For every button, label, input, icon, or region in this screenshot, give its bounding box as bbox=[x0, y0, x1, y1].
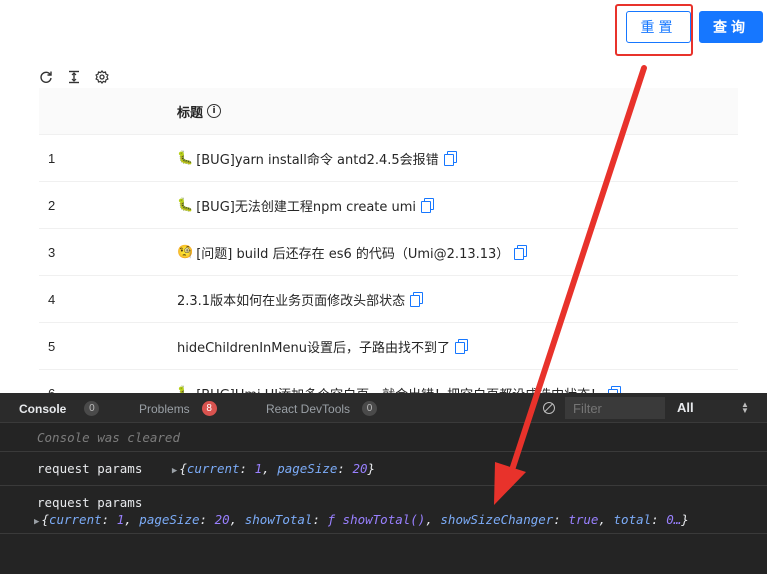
table-row: 5 hideChildrenInMenu设置后，子路由找不到了 bbox=[39, 323, 738, 370]
console-count-badge: 0 bbox=[84, 401, 100, 416]
row-index: 1 bbox=[48, 150, 56, 166]
console-cleared-message: Console was cleared bbox=[0, 423, 767, 452]
log-label: request params bbox=[37, 495, 143, 510]
info-icon[interactable]: i bbox=[207, 104, 222, 118]
clear-console-icon[interactable] bbox=[543, 402, 555, 414]
row-title-text: 2.3.1版本如何在业务页面修改头部状态 bbox=[177, 293, 406, 309]
row-title: 🐛 [BUG]yarn install命令 antd2.4.5会报错 bbox=[177, 149, 458, 168]
issues-table: 标题 i 1 🐛 [BUG]yarn install命令 antd2.4.5会报错 2… bbox=[39, 88, 738, 417]
log-object[interactable]: ▶ {current: 1, pageSize: 20, showTotal: ƒ… bbox=[34, 512, 767, 527]
table-header: 标题 i bbox=[39, 88, 738, 135]
tab-problems-label: Problems bbox=[139, 401, 190, 416]
row-title-text: [BUG]yarn install命令 antd2.4.5会报错 bbox=[196, 152, 439, 168]
title-header-label: 标题 bbox=[177, 105, 204, 121]
table-toolbar bbox=[38, 69, 110, 85]
expand-triangle-icon[interactable]: ▶ bbox=[172, 466, 177, 476]
table-row: 4 2.3.1版本如何在业务页面修改头部状态 bbox=[39, 276, 738, 323]
tab-console[interactable]: Console 0 bbox=[19, 401, 100, 416]
expand-triangle-icon[interactable]: ▶ bbox=[34, 517, 39, 527]
row-title: 🧐 [问题] build 后还存在 es6 的代码（Umi@2.13.13） bbox=[177, 243, 528, 262]
row-title-text: hideChildrenInMenu设置后，子路由找不到了 bbox=[177, 340, 450, 356]
log-level-select[interactable]: All bbox=[677, 400, 694, 415]
table-row: 1 🐛 [BUG]yarn install命令 antd2.4.5会报错 bbox=[39, 135, 738, 182]
console-tab-bar: Console 0 Problems 8 React DevTools 0 Al… bbox=[0, 393, 767, 423]
copy-icon[interactable] bbox=[454, 339, 469, 354]
react-devtools-count-badge: 0 bbox=[362, 401, 378, 416]
filter-input[interactable] bbox=[565, 397, 665, 419]
setting-icon[interactable] bbox=[94, 69, 110, 85]
problems-count-badge: 8 bbox=[201, 401, 217, 416]
console-log-entry: request params ▶ {current: 1, pageSize: 2… bbox=[0, 452, 767, 486]
reload-icon[interactable] bbox=[38, 69, 54, 85]
log-label: request params bbox=[37, 461, 143, 476]
devtools-console: Console 0 Problems 8 React DevTools 0 Al… bbox=[0, 393, 767, 574]
row-title-text: [BUG]无法创建工程npm create umi bbox=[196, 199, 417, 215]
copy-icon[interactable] bbox=[410, 292, 424, 307]
table-row: 2 🐛 [BUG]无法创建工程npm create umi bbox=[39, 182, 738, 229]
row-index: 3 bbox=[48, 244, 56, 260]
row-title: hideChildrenInMenu设置后，子路由找不到了 bbox=[177, 337, 469, 356]
row-emoji: 🐛 bbox=[177, 150, 194, 166]
copy-icon[interactable] bbox=[514, 245, 528, 260]
row-index: 5 bbox=[48, 338, 56, 354]
row-emoji: 🧐 bbox=[177, 244, 194, 260]
copy-icon[interactable] bbox=[443, 151, 458, 166]
copy-icon[interactable] bbox=[421, 198, 435, 213]
console-log-entry: request params ▶ {current: 1, pageSize: 2… bbox=[0, 486, 767, 534]
row-index: 2 bbox=[48, 197, 56, 213]
row-title-text: [问题] build 后还存在 es6 的代码（Umi@2.13.13） bbox=[196, 246, 510, 262]
tab-react-devtools-label: React DevTools bbox=[266, 401, 351, 416]
density-icon[interactable] bbox=[66, 69, 82, 85]
tab-problems[interactable]: Problems 8 bbox=[139, 401, 217, 416]
row-title: 2.3.1版本如何在业务页面修改头部状态 bbox=[177, 290, 424, 309]
query-button[interactable]: 查询 bbox=[699, 11, 763, 43]
tab-react-devtools[interactable]: React DevTools 0 bbox=[266, 401, 378, 416]
tab-console-label: Console bbox=[19, 401, 67, 416]
chevron-updown-icon[interactable]: ▲ ▼ bbox=[741, 401, 749, 415]
row-title: 🐛 [BUG]无法创建工程npm create umi bbox=[177, 196, 435, 215]
title-column-header: 标题 i bbox=[177, 102, 222, 121]
row-emoji: 🐛 bbox=[177, 197, 194, 213]
log-object[interactable]: ▶ {current: 1, pageSize: 20} bbox=[172, 461, 375, 476]
reset-button[interactable]: 重置 bbox=[626, 11, 691, 43]
table-row: 3 🧐 [问题] build 后还存在 es6 的代码（Umi@2.13.13） bbox=[39, 229, 738, 276]
row-index: 4 bbox=[48, 291, 56, 307]
